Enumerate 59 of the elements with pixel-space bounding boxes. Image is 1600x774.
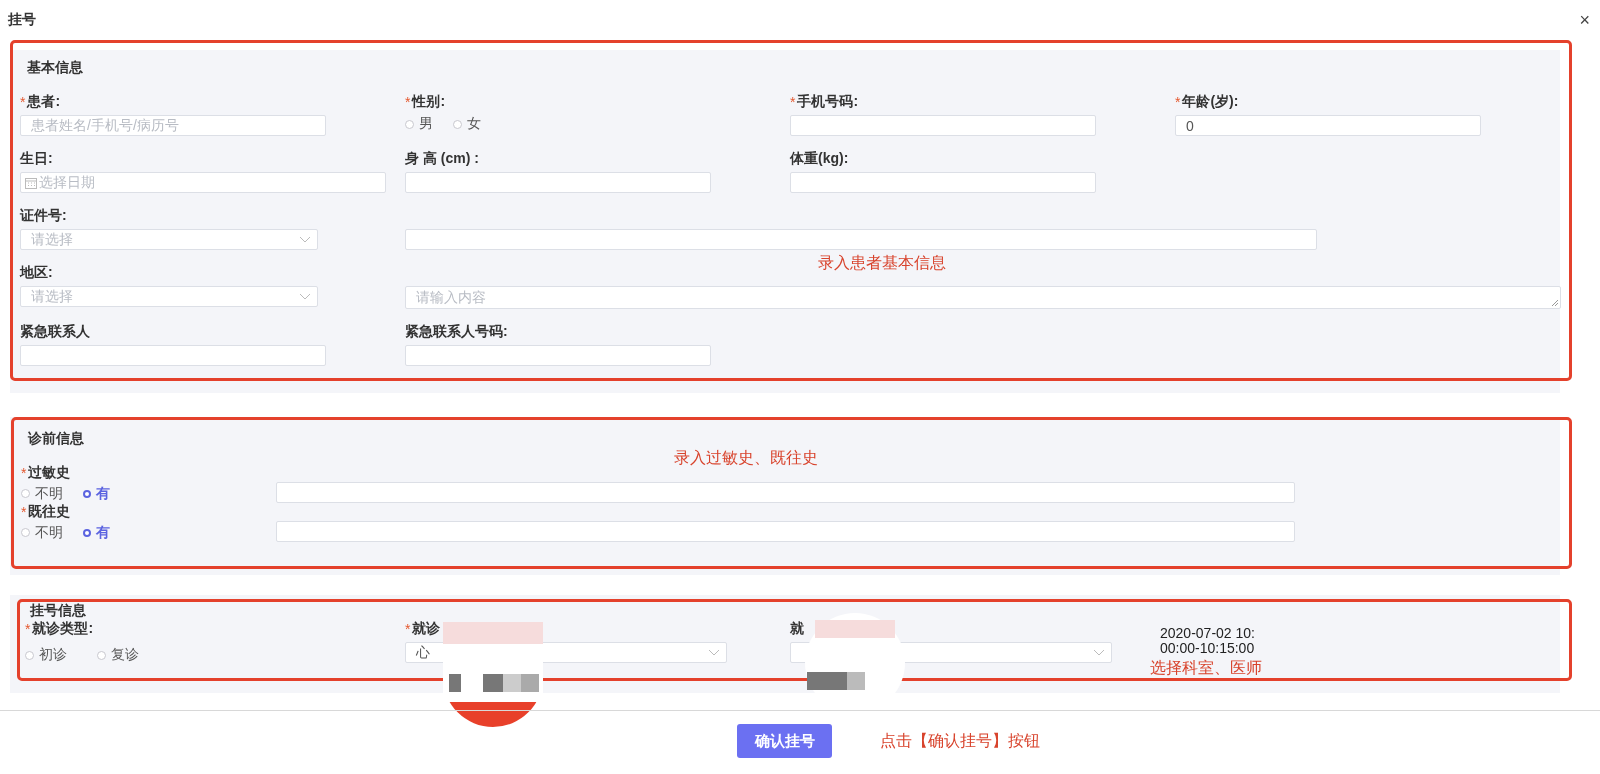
chevron-down-icon — [708, 649, 720, 656]
calendar-icon — [25, 176, 37, 189]
required-mark: * — [405, 94, 411, 110]
field-label: 身 高 (cm) : — [405, 150, 479, 168]
input-field[interactable] — [20, 345, 326, 366]
section-title: 诊前信息 — [26, 430, 85, 448]
radio-option[interactable]: 初诊 — [25, 646, 67, 664]
field-label: 证件号: — [20, 207, 67, 225]
required-mark: * — [21, 465, 27, 481]
input-field[interactable] — [790, 172, 1096, 193]
resize-handle-icon — [1551, 299, 1559, 307]
confirm-button[interactable]: 确认挂号 — [737, 724, 832, 758]
input-field[interactable] — [276, 521, 1295, 542]
required-mark: * — [21, 504, 27, 520]
field-label: 年龄(岁): — [1182, 93, 1239, 111]
input-field[interactable] — [405, 172, 711, 193]
field-label: 患者: — [27, 93, 61, 111]
input-field[interactable] — [790, 115, 1096, 136]
section-title: 基本信息 — [26, 59, 84, 77]
required-mark: * — [790, 94, 796, 110]
input-field[interactable] — [405, 229, 1317, 250]
annotation-text: 录入患者基本信息 — [818, 253, 946, 273]
radio-option[interactable]: 女 — [453, 115, 481, 133]
chevron-down-icon — [299, 236, 311, 243]
annotation-text: 录入过敏史、既往史 — [674, 448, 818, 468]
field-label: 性别: — [412, 93, 446, 111]
radio-option[interactable]: 男 — [405, 115, 433, 133]
field-label: 就诊 — [412, 620, 441, 638]
time-slot-text: 00:00-10:15:00 — [1160, 641, 1256, 656]
input-field[interactable] — [405, 345, 711, 366]
radio-option[interactable]: 不明 — [21, 523, 63, 542]
radio-option[interactable]: 不明 — [21, 484, 63, 503]
required-mark: * — [405, 621, 411, 637]
field-label: 生日: — [20, 150, 53, 168]
radio-option[interactable]: 复诊 — [97, 646, 139, 664]
field-label: 体重(kg): — [790, 150, 849, 168]
field-label: 紧急联系人号码: — [405, 323, 508, 341]
field-label: 紧急联系人 — [20, 323, 90, 341]
dialog-title: 挂号 — [8, 11, 36, 29]
required-mark: * — [1175, 94, 1181, 110]
field-label: 地区: — [20, 264, 53, 282]
radio-option[interactable]: 有 — [83, 523, 110, 542]
field-label: 过敏史 — [28, 464, 71, 482]
field-label: 就诊类型: — [32, 620, 94, 638]
section-title: 挂号信息 — [29, 602, 87, 620]
chevron-down-icon — [1093, 649, 1105, 656]
input-field[interactable]: 0 — [1175, 115, 1481, 136]
annotation-text: 点击【确认挂号】按钮 — [880, 730, 1040, 751]
radio-option[interactable]: 有 — [83, 484, 110, 503]
field-label: 手机号码: — [797, 93, 859, 111]
close-button[interactable]: × — [1579, 9, 1590, 31]
field-label: 既往史 — [28, 503, 71, 521]
chevron-down-icon — [299, 293, 311, 300]
input-field[interactable] — [276, 482, 1295, 503]
annotation-text: 选择科室、医师 — [1150, 658, 1262, 678]
field-label: 就 — [790, 620, 804, 638]
required-mark: * — [25, 621, 31, 637]
required-mark: * — [20, 94, 26, 110]
time-slot-text: 2020-07-02 10: — [1160, 626, 1256, 641]
